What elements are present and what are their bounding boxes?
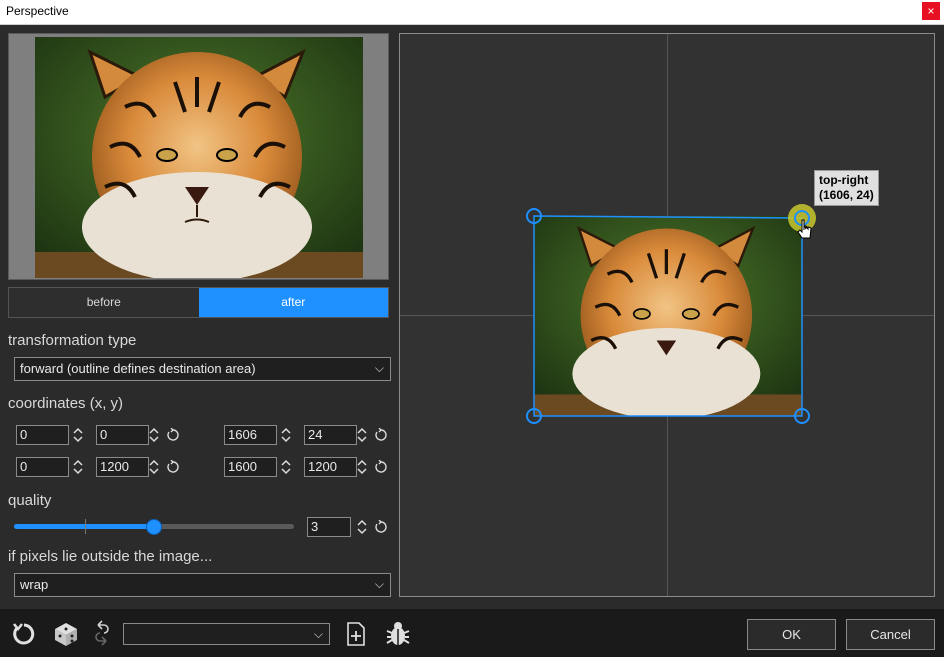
before-button[interactable]: before <box>9 288 199 317</box>
point3-y-input[interactable]: 1200 <box>96 457 149 477</box>
quality-input[interactable]: 3 <box>307 517 351 537</box>
reset-icon[interactable] <box>11 621 37 647</box>
random-dice-icon[interactable] <box>53 621 79 647</box>
quality-reset-icon[interactable] <box>374 520 388 534</box>
point3-y-spinner-icon[interactable] <box>148 457 160 477</box>
quality-slider-fill <box>14 524 154 529</box>
quality-default-tick <box>85 519 86 534</box>
transformation-type-label: transformation type <box>8 332 137 349</box>
quality-slider-thumb[interactable] <box>146 519 162 535</box>
point1-x-input[interactable]: 0 <box>16 425 69 445</box>
preview-panel <box>8 33 389 280</box>
preset-select[interactable]: ⌵ <box>123 623 330 645</box>
add-file-icon[interactable] <box>346 622 366 646</box>
point2-y-spinner-icon[interactable] <box>356 425 368 445</box>
undo-redo-icon[interactable] <box>94 619 110 649</box>
chevron-down-icon: ⌵ <box>374 361 384 375</box>
transformation-type-select[interactable]: forward (outline defines destination are… <box>14 357 391 381</box>
outside-pixels-value: wrap <box>20 577 49 592</box>
point1-reset-icon[interactable] <box>166 428 180 442</box>
quality-spinner-icon[interactable] <box>356 517 368 537</box>
point4-y-input[interactable]: 1200 <box>304 457 357 477</box>
point3-x-spinner-icon[interactable] <box>72 457 84 477</box>
corner-tooltip: top-right (1606, 24) <box>814 170 879 206</box>
point2-y-input[interactable]: 24 <box>304 425 357 445</box>
quality-slider[interactable] <box>14 519 294 535</box>
cancel-button[interactable]: Cancel <box>846 619 935 650</box>
point1-x-spinner-icon[interactable] <box>72 425 84 445</box>
after-button[interactable]: after <box>198 288 388 317</box>
coordinates-label: coordinates (x, y) <box>8 395 124 412</box>
outline-overlay <box>526 204 816 424</box>
title-bar: Perspective × <box>0 0 944 25</box>
point4-reset-icon[interactable] <box>374 460 388 474</box>
chevron-down-icon: ⌵ <box>374 577 384 591</box>
transformation-type-value: forward (outline defines destination are… <box>20 361 256 376</box>
tooltip-coordinates: (1606, 24) <box>819 188 874 202</box>
window-title: Perspective <box>6 4 69 18</box>
point3-reset-icon[interactable] <box>166 460 180 474</box>
point2-x-spinner-icon[interactable] <box>280 425 292 445</box>
point1-y-spinner-icon[interactable] <box>148 425 160 445</box>
tooltip-corner-name: top-right <box>819 173 869 187</box>
point2-x-input[interactable]: 1606 <box>224 425 277 445</box>
point4-y-spinner-icon[interactable] <box>356 457 368 477</box>
point3-x-input[interactable]: 0 <box>16 457 69 477</box>
transform-canvas[interactable] <box>399 33 935 597</box>
point4-x-input[interactable]: 1600 <box>224 457 277 477</box>
bug-icon[interactable] <box>386 621 410 647</box>
point2-reset-icon[interactable] <box>374 428 388 442</box>
point1-y-input[interactable]: 0 <box>96 425 149 445</box>
close-button[interactable]: × <box>922 2 940 20</box>
quality-label: quality <box>8 492 52 509</box>
ok-button[interactable]: OK <box>747 619 836 650</box>
outside-pixels-select[interactable]: wrap ⌵ <box>14 573 391 597</box>
outside-pixels-label: if pixels lie outside the image... <box>8 548 213 565</box>
before-after-toggle: before after <box>8 287 389 318</box>
point4-x-spinner-icon[interactable] <box>280 457 292 477</box>
chevron-down-icon: ⌵ <box>313 627 323 641</box>
tiger-preview-image <box>35 37 363 278</box>
